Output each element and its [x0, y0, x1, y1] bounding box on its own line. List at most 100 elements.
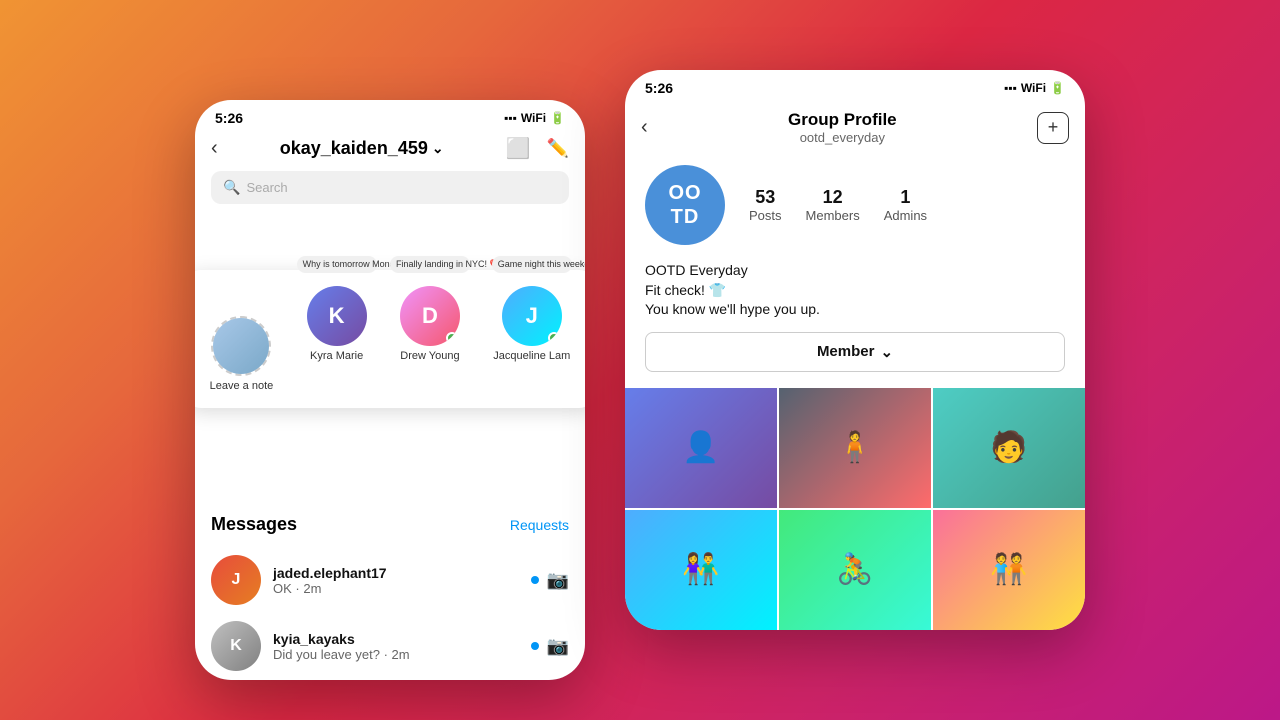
- grid-photo-1[interactable]: 👤: [625, 388, 777, 508]
- status-icons-right: ▪▪▪ WiFi 🔋: [1004, 81, 1065, 95]
- photo-grid: 👤 🧍 🧑 👫 🚴 🧑‍🤝‍🧑: [625, 388, 1085, 630]
- camera-icon-jaded[interactable]: 📷: [547, 570, 569, 591]
- video-icon[interactable]: ⬜: [506, 136, 531, 161]
- note-bubble: +: [211, 316, 271, 376]
- photo-content-5: 🚴: [779, 510, 931, 630]
- battery-icon: 🔋: [550, 111, 565, 125]
- photo-content-6: 🧑‍🤝‍🧑: [933, 510, 1085, 630]
- right-phone: 5:26 ▪▪▪ WiFi 🔋 ‹ Group Profile ootd_eve…: [625, 70, 1085, 630]
- avatar-kyia: K: [211, 621, 261, 671]
- camera-icon-kyia[interactable]: 📷: [547, 636, 569, 657]
- requests-link[interactable]: Requests: [510, 517, 569, 533]
- story-name-jacq: Jacqueline Lam: [493, 350, 570, 362]
- stat-posts: 53 Posts: [749, 187, 782, 223]
- msg-preview-kyia: Did you leave yet? · 2m: [273, 647, 519, 662]
- back-icon[interactable]: ‹: [211, 137, 218, 160]
- drew-bubble: D: [400, 286, 460, 346]
- group-title-section: Group Profile ootd_everyday: [788, 110, 897, 145]
- stat-posts-number: 53: [749, 187, 782, 208]
- msg-right-kyia: 📷: [531, 636, 569, 657]
- group-info: OO TD 53 Posts 12 Members 1 Admins: [625, 149, 1085, 261]
- story-name-kyra: Kyra Marie: [310, 350, 363, 362]
- stories-row: + Leave a note Why is tomorrow Monday!? …: [197, 286, 583, 392]
- stat-admins-number: 1: [884, 187, 927, 208]
- messages-title: Messages: [211, 514, 297, 535]
- kyra-bubble: K: [307, 286, 367, 346]
- unread-dot-jaded: [531, 576, 539, 584]
- add-icon[interactable]: +: [1037, 112, 1069, 144]
- back-button[interactable]: ‹: [641, 116, 648, 139]
- messages-section: Messages Requests J jaded.elephant17 OK …: [195, 514, 585, 680]
- grid-photo-6[interactable]: 🧑‍🤝‍🧑: [933, 510, 1085, 630]
- chevron-down-member: ⌄: [880, 343, 893, 361]
- photo-content-4: 👫: [625, 510, 777, 630]
- signal-icon-r: ▪▪▪: [1004, 81, 1017, 95]
- jacq-online-dot: [548, 332, 560, 344]
- stat-admins-label: Admins: [884, 208, 927, 223]
- wifi-icon-r: WiFi: [1021, 81, 1046, 95]
- group-nav: ‹ Group Profile ootd_everyday +: [625, 102, 1085, 149]
- photo-content-1: 👤: [625, 388, 777, 508]
- msg-content-jaded: jaded.elephant17 OK · 2m: [273, 565, 519, 596]
- nav-username[interactable]: okay_kaiden_459 ⌄: [280, 138, 444, 159]
- msg-right-jaded: 📷: [531, 570, 569, 591]
- chevron-down-icon: ⌄: [432, 140, 444, 157]
- stories-overlay: + Leave a note Why is tomorrow Monday!? …: [195, 270, 585, 408]
- group-avatar: OO TD: [645, 165, 725, 245]
- story-name-self: Leave a note: [210, 380, 274, 392]
- group-profile-subtitle: ootd_everyday: [788, 130, 897, 145]
- story-item-drew[interactable]: Finally landing in NYC! ❤️ D Drew Young: [400, 286, 460, 392]
- grid-photo-3[interactable]: 🧑: [933, 388, 1085, 508]
- battery-icon-r: 🔋: [1050, 81, 1065, 95]
- left-phone: 5:26 ▪▪▪ WiFi 🔋 ‹ okay_kaiden_459 ⌄ ⬜ ✏️…: [195, 100, 585, 680]
- group-description: OOTD Everyday Fit check! 👕 You know we'l…: [625, 261, 1085, 332]
- grid-photo-5[interactable]: 🚴: [779, 510, 931, 630]
- nav-bar-left: ‹ okay_kaiden_459 ⌄ ⬜ ✏️: [195, 132, 585, 171]
- status-bar-left: 5:26 ▪▪▪ WiFi 🔋: [195, 100, 585, 132]
- grid-photo-4[interactable]: 👫: [625, 510, 777, 630]
- message-item-kyia[interactable]: K kyia_kayaks Did you leave yet? · 2m 📷: [211, 613, 569, 679]
- search-bar[interactable]: 🔍 Search: [211, 171, 569, 204]
- story-item-jacq[interactable]: Game night this weekend? 🎮 J Jacqueline …: [493, 286, 570, 392]
- stat-members-label: Members: [806, 208, 860, 223]
- group-desc-line1: Fit check! 👕: [645, 281, 1065, 301]
- status-icons-left: ▪▪▪ WiFi 🔋: [504, 111, 565, 125]
- stat-members: 12 Members: [806, 187, 860, 223]
- time-right: 5:26: [645, 80, 673, 96]
- message-item-ted[interactable]: T ted_graham321 Sounds good! Let's do it…: [211, 679, 569, 680]
- unread-dot-kyia: [531, 642, 539, 650]
- photo-content-2: 🧍: [779, 388, 931, 508]
- group-name-text: OOTD Everyday: [645, 261, 1065, 281]
- message-item-jaded[interactable]: J jaded.elephant17 OK · 2m 📷: [211, 547, 569, 613]
- member-label: Member: [817, 343, 875, 360]
- msg-username-kyia: kyia_kayaks: [273, 631, 519, 647]
- stat-members-number: 12: [806, 187, 860, 208]
- wifi-icon: WiFi: [521, 111, 546, 125]
- username-text: okay_kaiden_459: [280, 138, 428, 159]
- photo-content-3: 🧑: [933, 388, 1085, 508]
- story-item-kyra[interactable]: Why is tomorrow Monday!? 😑 K Kyra Marie: [307, 286, 367, 392]
- group-desc-line2: You know we'll hype you up.: [645, 300, 1065, 320]
- note-drew: Finally landing in NYC! ❤️: [390, 256, 470, 273]
- note-kyra: Why is tomorrow Monday!? 😑: [297, 256, 377, 273]
- search-icon: 🔍: [223, 179, 240, 196]
- avatar-jaded: J: [211, 555, 261, 605]
- member-button[interactable]: Member ⌄: [645, 332, 1065, 372]
- signal-icon: ▪▪▪: [504, 111, 517, 125]
- note-jacq: Game night this weekend? 🎮: [492, 256, 572, 273]
- compose-icon[interactable]: ✏️: [547, 138, 569, 159]
- drew-online-dot: [446, 332, 458, 344]
- story-name-drew: Drew Young: [400, 350, 459, 362]
- search-placeholder: Search: [246, 180, 287, 195]
- grid-photo-2[interactable]: 🧍: [779, 388, 931, 508]
- story-item-self[interactable]: + Leave a note: [210, 286, 274, 392]
- msg-preview-jaded: OK · 2m: [273, 581, 519, 596]
- time-left: 5:26: [215, 110, 243, 126]
- stat-posts-label: Posts: [749, 208, 782, 223]
- messages-header: Messages Requests: [211, 514, 569, 535]
- nav-icons: ⬜ ✏️: [506, 136, 569, 161]
- jacq-bubble: J: [502, 286, 562, 346]
- group-profile-title: Group Profile: [788, 110, 897, 130]
- msg-content-kyia: kyia_kayaks Did you leave yet? · 2m: [273, 631, 519, 662]
- group-avatar-text: OO TD: [668, 181, 701, 229]
